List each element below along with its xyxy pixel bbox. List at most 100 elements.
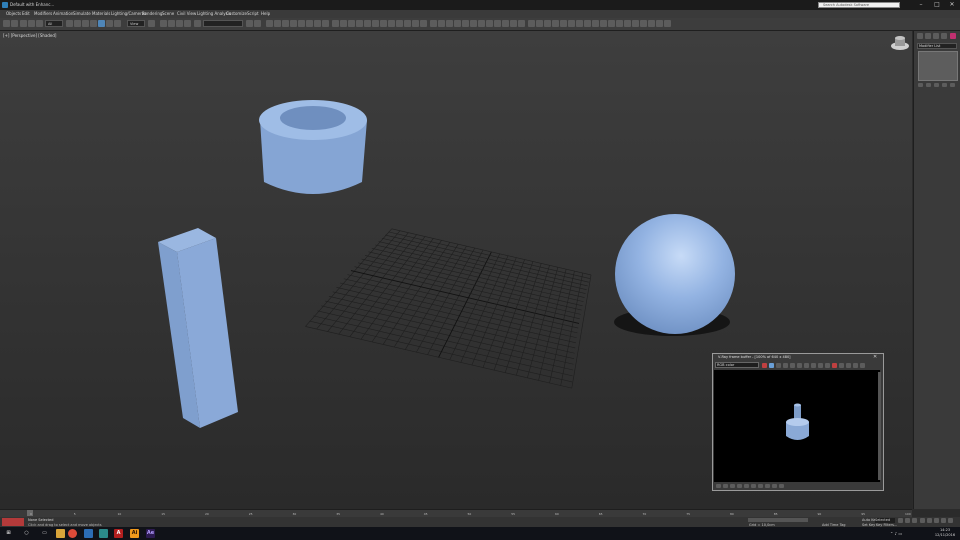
select-and-move-icon[interactable] bbox=[98, 20, 105, 27]
tool-extra-14-icon[interactable] bbox=[536, 20, 543, 27]
select-object-icon[interactable] bbox=[66, 20, 73, 27]
layer-explorer-icon[interactable] bbox=[266, 20, 273, 27]
vray-mesh-icon[interactable] bbox=[404, 20, 411, 27]
unlink-icon[interactable] bbox=[28, 20, 35, 27]
undo-icon[interactable] bbox=[3, 20, 10, 27]
align-icon[interactable] bbox=[254, 20, 261, 27]
vray-fur-icon[interactable] bbox=[372, 20, 379, 27]
vray-dome-icon[interactable] bbox=[356, 20, 363, 27]
hierarchy-tab-icon[interactable] bbox=[933, 33, 939, 39]
framebuffer-channel-dropdown[interactable]: RGB color bbox=[715, 362, 759, 368]
tool-extra-6-icon[interactable] bbox=[470, 20, 477, 27]
pivot-center-icon[interactable] bbox=[148, 20, 155, 27]
tool-extra-16-icon[interactable] bbox=[552, 20, 559, 27]
configure-sets-icon[interactable] bbox=[950, 83, 955, 87]
fb-region-icon[interactable] bbox=[804, 363, 809, 368]
render-setup-icon[interactable] bbox=[306, 20, 313, 27]
help-search-input[interactable]: Search Autodesk Software bbox=[818, 2, 900, 8]
material-editor-icon[interactable] bbox=[298, 20, 305, 27]
tool-extra-29-icon[interactable] bbox=[656, 20, 663, 27]
menu-civil-view[interactable]: Civil View bbox=[177, 11, 196, 16]
maximize-button[interactable]: □ bbox=[930, 1, 944, 9]
vray-material-icon[interactable] bbox=[412, 20, 419, 27]
fb-bottom-tool-7-icon[interactable] bbox=[758, 484, 763, 488]
tool-extra-8-icon[interactable] bbox=[486, 20, 493, 27]
vray-camera-icon[interactable] bbox=[396, 20, 403, 27]
link-icon[interactable] bbox=[20, 20, 27, 27]
framebuffer-scrollbar[interactable] bbox=[878, 372, 881, 480]
edit-named-selection-icon[interactable] bbox=[194, 20, 201, 27]
tool-extra-21-icon[interactable] bbox=[592, 20, 599, 27]
snaps-toggle-icon[interactable] bbox=[160, 20, 167, 27]
fb-bottom-tool-4-icon[interactable] bbox=[737, 484, 742, 488]
vray-sphere-icon[interactable] bbox=[388, 20, 395, 27]
illustrator-icon[interactable]: Ai bbox=[130, 529, 139, 538]
tool-extra-17-icon[interactable] bbox=[560, 20, 567, 27]
vray-vfb-icon[interactable] bbox=[420, 20, 427, 27]
menu-rendering[interactable]: Rendering bbox=[142, 11, 162, 16]
select-and-scale-icon[interactable] bbox=[114, 20, 121, 27]
percent-snap-icon[interactable] bbox=[176, 20, 183, 27]
zoom-icon[interactable] bbox=[920, 518, 925, 523]
motion-tab-icon[interactable] bbox=[941, 33, 947, 39]
tool-extra-23-icon[interactable] bbox=[608, 20, 615, 27]
tool-extra-22-icon[interactable] bbox=[600, 20, 607, 27]
menu-help[interactable]: Help bbox=[261, 11, 270, 16]
create-tab-icon[interactable] bbox=[917, 33, 923, 39]
vray-light-icon[interactable] bbox=[340, 20, 347, 27]
go-to-end-icon[interactable] bbox=[912, 518, 917, 523]
tool-extra-3-icon[interactable] bbox=[446, 20, 453, 27]
tool-extra-19-icon[interactable] bbox=[576, 20, 583, 27]
tool-extra-24-icon[interactable] bbox=[616, 20, 623, 27]
fb-bottom-tool-6-icon[interactable] bbox=[751, 484, 756, 488]
tool-extra-30-icon[interactable] bbox=[664, 20, 671, 27]
vray-toolbar-icon[interactable] bbox=[332, 20, 339, 27]
fb-blue-channel-icon[interactable] bbox=[783, 363, 788, 368]
fb-lens-icon[interactable] bbox=[853, 363, 858, 368]
menu-materials[interactable]: Materials bbox=[92, 11, 110, 16]
modifier-list-dropdown[interactable]: Modifier List bbox=[917, 43, 957, 49]
file-explorer-icon[interactable] bbox=[56, 529, 65, 538]
task-view-icon[interactable]: ▭ bbox=[40, 529, 49, 538]
show-end-result-icon[interactable] bbox=[926, 83, 931, 87]
curve-editor-icon[interactable] bbox=[282, 20, 289, 27]
tool-extra-1-icon[interactable] bbox=[430, 20, 437, 27]
sphere-object[interactable] bbox=[615, 214, 735, 334]
play-animation-icon[interactable] bbox=[898, 518, 903, 523]
fb-history-icon[interactable] bbox=[839, 363, 844, 368]
vray-proxy-icon[interactable] bbox=[364, 20, 371, 27]
fb-bottom-tool-3-icon[interactable] bbox=[730, 484, 735, 488]
fb-red-channel-icon[interactable] bbox=[769, 363, 774, 368]
orbit-icon[interactable] bbox=[948, 518, 953, 523]
fb-bottom-tool-5-icon[interactable] bbox=[744, 484, 749, 488]
menu-objects[interactable]: Objects bbox=[6, 11, 21, 16]
box-object[interactable] bbox=[158, 228, 238, 428]
tool-extra-25-icon[interactable] bbox=[624, 20, 631, 27]
menu-edit[interactable]: Edit bbox=[22, 11, 30, 16]
after-effects-icon[interactable]: Ae bbox=[146, 529, 155, 538]
tray-icons[interactable]: ⌃ ♪ ▭ bbox=[890, 531, 902, 536]
menu-customize[interactable]: Customize bbox=[226, 11, 247, 16]
fb-compare-icon[interactable] bbox=[846, 363, 851, 368]
angle-snap-icon[interactable] bbox=[168, 20, 175, 27]
menu-simulate[interactable]: Simulate bbox=[73, 11, 91, 16]
named-selection-sets-dropdown[interactable] bbox=[203, 20, 243, 27]
tool-extra-20-icon[interactable] bbox=[584, 20, 591, 27]
spinner-snap-icon[interactable] bbox=[184, 20, 191, 27]
zoom-extents-icon[interactable] bbox=[934, 518, 939, 523]
close-button[interactable]: ✕ bbox=[945, 1, 959, 9]
tool-extra-13-icon[interactable] bbox=[528, 20, 535, 27]
fb-stamp-icon[interactable] bbox=[860, 363, 865, 368]
rendered-frame-window-icon[interactable] bbox=[314, 20, 321, 27]
vray-sun-icon[interactable] bbox=[348, 20, 355, 27]
fb-render-icon[interactable] bbox=[818, 363, 823, 368]
tool-extra-12-icon[interactable] bbox=[518, 20, 525, 27]
modifier-stack[interactable] bbox=[918, 51, 958, 81]
tool-extra-26-icon[interactable] bbox=[632, 20, 639, 27]
framebuffer-render-view[interactable] bbox=[714, 370, 880, 482]
pin-stack-icon[interactable] bbox=[918, 83, 923, 87]
tube-object[interactable] bbox=[259, 100, 367, 194]
fb-bottom-tool-2-icon[interactable] bbox=[723, 484, 728, 488]
bind-space-warp-icon[interactable] bbox=[36, 20, 43, 27]
mirror-icon[interactable] bbox=[246, 20, 253, 27]
